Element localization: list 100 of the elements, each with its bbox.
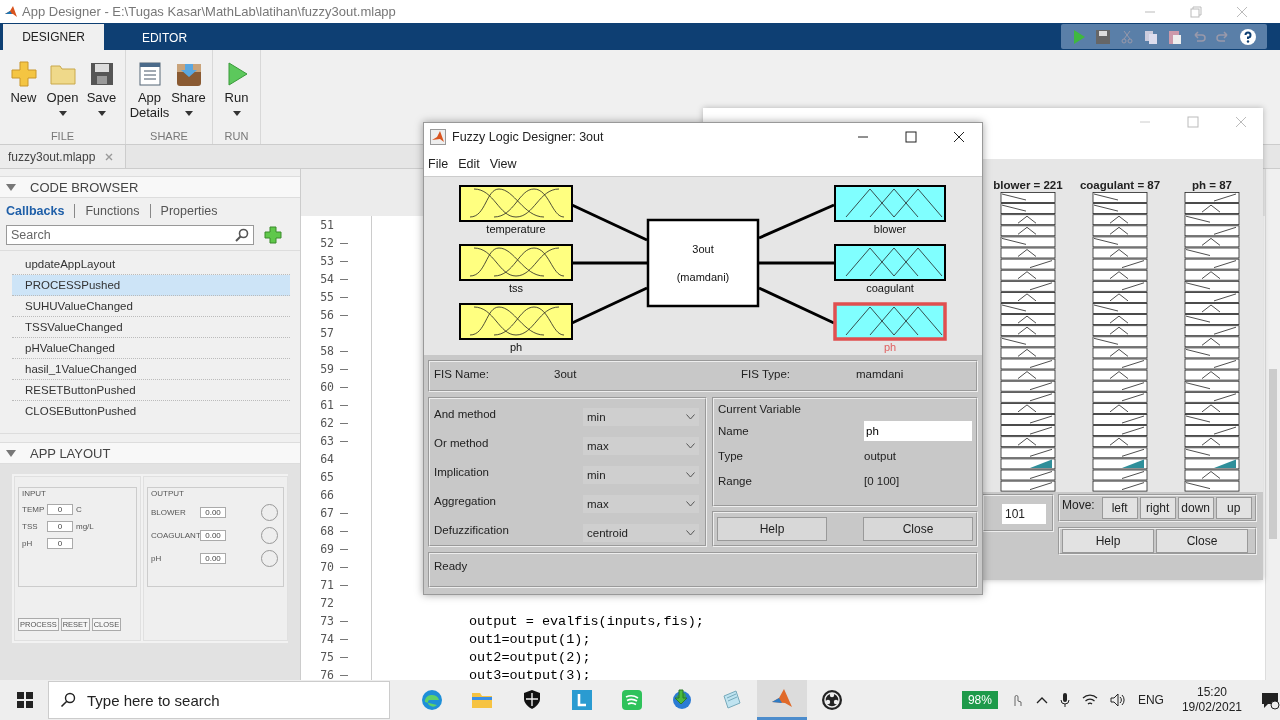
ribbon-tab[interactable]: DESIGNER xyxy=(3,24,104,50)
input-variable-node[interactable] xyxy=(459,244,573,281)
scroll-bar[interactable] xyxy=(1265,169,1280,680)
toolstrip-button[interactable]: Run xyxy=(217,56,256,130)
callback-item[interactable]: CLOSEButtonPushed xyxy=(12,401,290,421)
preview-field: 0.00 xyxy=(200,530,226,541)
move-button[interactable]: right xyxy=(1139,496,1176,519)
line-number: 64 xyxy=(319,452,334,466)
windows-start-icon[interactable] xyxy=(17,692,33,708)
breakpoint-marker[interactable] xyxy=(340,260,348,262)
breakpoint-marker[interactable] xyxy=(340,584,348,586)
rule-plot xyxy=(1000,202,1056,214)
output-variable-node[interactable] xyxy=(834,185,946,222)
breakpoint-marker[interactable] xyxy=(340,638,348,640)
wifi-icon[interactable] xyxy=(1081,693,1098,707)
close-icon[interactable] xyxy=(953,131,965,143)
paste-icon[interactable] xyxy=(1167,28,1183,45)
dropdown[interactable]: min xyxy=(583,407,699,426)
dialog-button[interactable]: Close xyxy=(863,517,973,541)
menu-item[interactable]: Edit xyxy=(458,156,480,171)
clock-date: 19/02/2021 xyxy=(1181,700,1242,715)
input-variable-node[interactable] xyxy=(459,303,573,340)
browser-tab[interactable]: Properties xyxy=(149,204,228,218)
rule-plot xyxy=(1184,358,1240,370)
move-button[interactable]: down xyxy=(1177,496,1214,519)
notification-icon[interactable] xyxy=(1260,690,1280,710)
breakpoint-marker[interactable] xyxy=(340,566,348,568)
dialog-button[interactable]: Help xyxy=(717,517,827,541)
dropdown[interactable]: centroid xyxy=(583,523,699,542)
toolstrip-button[interactable]: App Details xyxy=(130,56,169,130)
unit-label: mg/L xyxy=(76,522,94,531)
caret-icon xyxy=(232,111,241,116)
breakpoint-marker[interactable] xyxy=(340,548,348,550)
breakpoint-marker[interactable] xyxy=(340,350,348,352)
language-indicator[interactable]: ENG xyxy=(1137,693,1164,707)
breakpoint-marker[interactable] xyxy=(340,530,348,532)
output-variable-node[interactable] xyxy=(834,244,946,281)
menu-item[interactable]: View xyxy=(489,156,517,171)
collapse-icon[interactable] xyxy=(6,449,16,457)
input-variable-node[interactable] xyxy=(459,185,573,222)
move-button[interactable]: left xyxy=(1101,496,1138,519)
ribbon-tab[interactable]: EDITOR xyxy=(114,26,215,50)
dropdown[interactable]: max xyxy=(583,494,699,513)
add-icon[interactable] xyxy=(264,226,282,244)
chevron-up-icon[interactable] xyxy=(1035,696,1048,704)
breakpoint-marker[interactable] xyxy=(340,422,348,424)
microphone-icon[interactable] xyxy=(1059,692,1070,708)
breakpoint-marker[interactable] xyxy=(340,440,348,442)
callback-item[interactable]: hasil_1ValueChanged xyxy=(12,359,290,380)
breakpoint-marker[interactable] xyxy=(340,386,348,388)
breakpoint-marker[interactable] xyxy=(340,512,348,514)
dropdown[interactable]: max xyxy=(583,436,699,455)
output-variable-node[interactable] xyxy=(833,302,947,341)
document-tab[interactable]: fuzzy3out.mlapp xyxy=(0,145,127,168)
rule-plot xyxy=(1092,280,1148,292)
move-button[interactable]: up xyxy=(1215,496,1252,519)
breakpoint-marker[interactable] xyxy=(340,656,348,658)
name-input-field[interactable]: ph xyxy=(864,420,972,441)
system-node[interactable] xyxy=(646,218,760,308)
speaker-icon[interactable] xyxy=(1109,693,1126,707)
toolstrip-button[interactable]: Open xyxy=(43,56,82,130)
clock[interactable]: 15:20 19/02/2021 xyxy=(1181,685,1242,715)
preview-field: 0.00 xyxy=(200,553,226,564)
callback-item[interactable]: pHValueChanged xyxy=(12,338,290,359)
search-field[interactable]: Search xyxy=(6,225,254,245)
toolstrip-button[interactable]: New xyxy=(4,56,43,130)
toolstrip-button[interactable]: Save xyxy=(82,56,121,130)
dialog-button[interactable]: Help xyxy=(1062,528,1154,553)
rule-plot xyxy=(1000,435,1056,447)
breakpoint-marker[interactable] xyxy=(340,296,348,298)
taskbar-search-field[interactable]: Type here to search xyxy=(48,681,390,719)
chevron-down-icon xyxy=(686,413,695,420)
collapse-icon[interactable] xyxy=(6,183,16,191)
rule-plot xyxy=(1000,291,1056,303)
callback-item[interactable]: RESETButtonPushed xyxy=(12,380,290,401)
copy-icon[interactable] xyxy=(1143,28,1159,45)
battery-badge[interactable]: 98% xyxy=(961,691,998,709)
save-icon[interactable] xyxy=(1095,28,1111,45)
toolstrip-button[interactable]: Share xyxy=(169,56,208,130)
rule-plot xyxy=(1184,225,1240,236)
breakpoint-marker[interactable] xyxy=(340,278,348,280)
breakpoint-marker[interactable] xyxy=(340,314,348,316)
breakpoint-marker[interactable] xyxy=(340,620,348,622)
chevron-down-icon xyxy=(686,471,695,478)
rule-input-field[interactable]: 101 xyxy=(1002,503,1046,524)
browser-tab[interactable]: Functions xyxy=(74,204,150,218)
breakpoint-marker[interactable] xyxy=(340,404,348,406)
breakpoint-marker[interactable] xyxy=(340,242,348,244)
help-icon[interactable] xyxy=(1239,27,1257,46)
callback-item[interactable]: SUHUValueChanged xyxy=(12,296,290,317)
callback-item[interactable]: PROCESSPushed xyxy=(12,275,290,296)
maximize-icon[interactable] xyxy=(905,131,917,143)
dropdown[interactable]: min xyxy=(583,465,699,484)
menu-item[interactable]: File xyxy=(428,156,449,171)
dialog-button[interactable]: Close xyxy=(1156,528,1248,553)
browser-tab[interactable]: Callbacks xyxy=(2,204,75,218)
callback-item[interactable]: TSSValueChanged xyxy=(12,317,290,338)
breakpoint-marker[interactable] xyxy=(340,674,348,676)
breakpoint-marker[interactable] xyxy=(340,368,348,370)
rule-plot xyxy=(1092,202,1148,214)
